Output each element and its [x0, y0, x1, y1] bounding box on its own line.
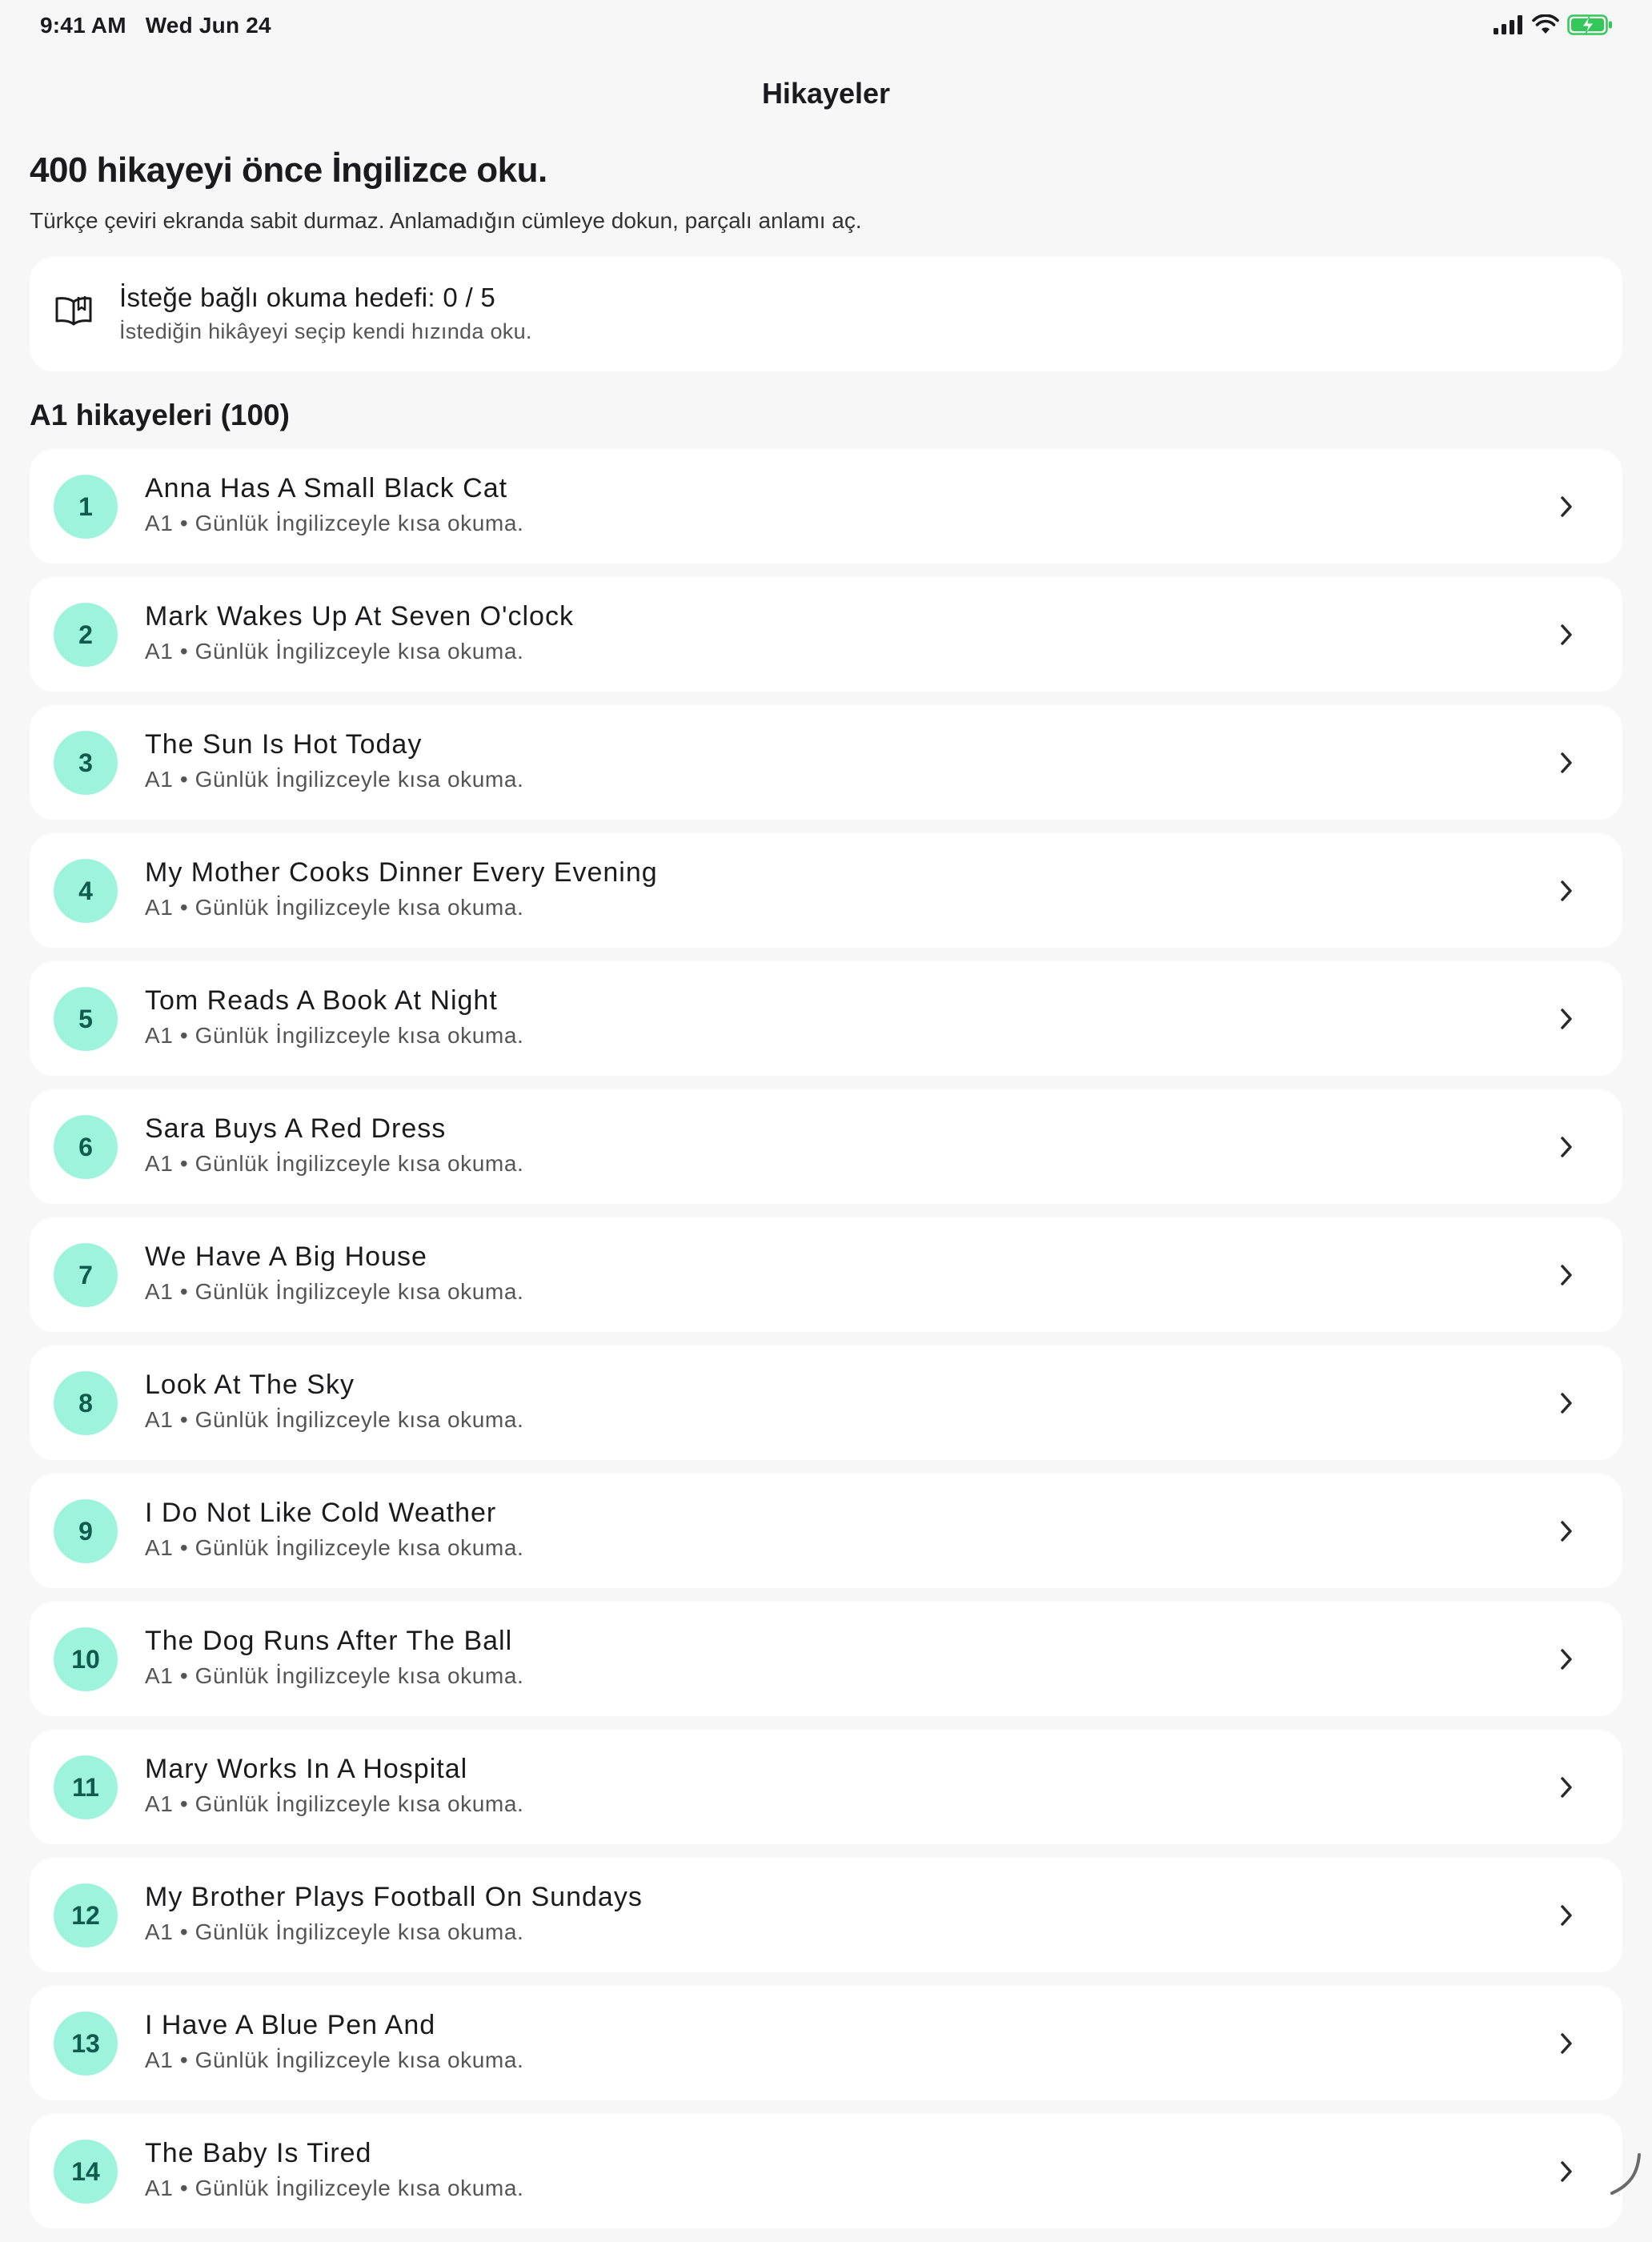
- chevron-right-icon: [1561, 624, 1572, 645]
- story-title: Tom Reads A Book At Night: [145, 985, 498, 1016]
- story-subtitle: A1 • Günlük İngilizceyle kısa okuma.: [145, 2176, 524, 2200]
- story-number-badge: 12: [54, 1883, 118, 1947]
- page-heading: 400 hikayeyi önce İngilizce oku.: [30, 150, 547, 190]
- story-title: Look At The Sky: [145, 1370, 355, 1400]
- story-title: The Baby Is Tired: [145, 2138, 372, 2168]
- story-row[interactable]: 8 Look At The Sky A1 • Günlük İngilizcey…: [30, 1346, 1622, 1460]
- story-row[interactable]: 12 My Brother Plays Football On Sundays …: [30, 1858, 1622, 1972]
- chevron-right-icon: [1561, 752, 1572, 773]
- story-title: My Mother Cooks Dinner Every Evening: [145, 857, 658, 888]
- story-number-badge: 7: [54, 1243, 118, 1307]
- story-subtitle: A1 • Günlük İngilizceyle kısa okuma.: [145, 1023, 524, 1048]
- story-row[interactable]: 1 Anna Has A Small Black Cat A1 • Günlük…: [30, 449, 1622, 564]
- story-title: Anna Has A Small Black Cat: [145, 473, 508, 503]
- story-subtitle: A1 • Günlük İngilizceyle kısa okuma.: [145, 511, 524, 535]
- reading-goal-title: İsteğe bağlı okuma hedefi: 0 / 5: [119, 283, 496, 312]
- section-heading: A1 hikayeleri (100): [30, 399, 290, 431]
- story-number-badge: 8: [54, 1371, 118, 1435]
- reading-goal-card: İsteğe bağlı okuma hedefi: 0 / 5 İstediğ…: [30, 257, 1622, 371]
- chevron-right-icon: [1561, 1265, 1572, 1285]
- story-subtitle: A1 • Günlük İngilizceyle kısa okuma.: [145, 1791, 524, 1816]
- story-subtitle: A1 • Günlük İngilizceyle kısa okuma.: [145, 895, 524, 920]
- story-row[interactable]: 9 I Do Not Like Cold Weather A1 • Günlük…: [30, 1474, 1622, 1588]
- chevron-right-icon: [1561, 1649, 1572, 1670]
- story-title: We Have A Big House: [145, 1241, 427, 1272]
- story-subtitle: A1 • Günlük İngilizceyle kısa okuma.: [145, 1279, 524, 1304]
- book-icon: [55, 296, 92, 326]
- battery-charging-icon: [1567, 14, 1612, 35]
- chevron-right-icon: [1561, 496, 1572, 517]
- chevron-right-icon: [1561, 1521, 1572, 1542]
- story-subtitle: A1 • Günlük İngilizceyle kısa okuma.: [145, 1407, 524, 1432]
- story-title: My Brother Plays Football On Sundays: [145, 1882, 643, 1912]
- chevron-right-icon: [1561, 1009, 1572, 1029]
- story-title: I Do Not Like Cold Weather: [145, 1498, 497, 1528]
- chevron-right-icon: [1561, 2033, 1572, 2054]
- nav-title: Hikayeler: [761, 77, 891, 110]
- story-title: The Dog Runs After The Ball: [145, 1626, 513, 1656]
- wifi-icon: [1532, 14, 1559, 34]
- chevron-right-icon: [1561, 1777, 1572, 1798]
- status-icons: [1494, 13, 1614, 37]
- story-list: 1 Anna Has A Small Black Cat A1 • Günlük…: [30, 449, 1622, 2242]
- story-number-badge: 3: [54, 731, 118, 795]
- chevron-right-icon: [1561, 1137, 1572, 1157]
- story-number-badge: 10: [54, 1627, 118, 1691]
- story-number-badge: 4: [54, 859, 118, 923]
- status-time: 9:41 AM: [40, 13, 126, 38]
- story-number-badge: 14: [54, 2140, 118, 2204]
- corner-handle-icon[interactable]: [1607, 2150, 1646, 2198]
- chevron-right-icon: [1561, 2161, 1572, 2182]
- story-row[interactable]: 3 The Sun Is Hot Today A1 • Günlük İngil…: [30, 705, 1622, 820]
- story-subtitle: A1 • Günlük İngilizceyle kısa okuma.: [145, 1663, 524, 1688]
- story-row[interactable]: 10 The Dog Runs After The Ball A1 • Günl…: [30, 1602, 1622, 1716]
- reading-goal-subtitle: İstediğin hikâyeyi seçip kendi hızında o…: [119, 319, 532, 343]
- story-subtitle: A1 • Günlük İngilizceyle kısa okuma.: [145, 1919, 524, 1944]
- story-subtitle: A1 • Günlük İngilizceyle kısa okuma.: [145, 2047, 524, 2072]
- story-number-badge: 1: [54, 475, 118, 539]
- story-number-badge: 11: [54, 1755, 118, 1819]
- cellular-signal-icon: [1494, 15, 1522, 34]
- story-number-badge: 9: [54, 1499, 118, 1563]
- chevron-right-icon: [1561, 1393, 1572, 1414]
- story-title: Sara Buys A Red Dress: [145, 1113, 447, 1144]
- story-row[interactable]: 6 Sara Buys A Red Dress A1 • Günlük İngi…: [30, 1089, 1622, 1204]
- story-number-badge: 13: [54, 2011, 118, 2076]
- status-time-date: 9:41 AM Wed Jun 24: [40, 13, 271, 38]
- chevron-right-icon: [1561, 1905, 1572, 1926]
- story-subtitle: A1 • Günlük İngilizceyle kısa okuma.: [145, 767, 524, 792]
- story-subtitle: A1 • Günlük İngilizceyle kısa okuma.: [145, 1535, 524, 1560]
- story-row[interactable]: 13 I Have A Blue Pen And A1 • Günlük İng…: [30, 1986, 1622, 2100]
- story-row[interactable]: 2 Mark Wakes Up At Seven O'clock A1 • Gü…: [30, 577, 1622, 692]
- story-number-badge: 6: [54, 1115, 118, 1179]
- story-title: The Sun Is Hot Today: [145, 729, 423, 760]
- status-date: Wed Jun 24: [145, 13, 271, 38]
- story-number-badge: 2: [54, 603, 118, 667]
- page-subtitle: Türkçe çeviri ekranda sabit durmaz. Anla…: [30, 208, 862, 233]
- story-number-badge: 5: [54, 987, 118, 1051]
- story-row[interactable]: 14 The Baby Is Tired A1 • Günlük İngiliz…: [30, 2114, 1622, 2228]
- story-row[interactable]: 4 My Mother Cooks Dinner Every Evening A…: [30, 833, 1622, 948]
- story-title: Mark Wakes Up At Seven O'clock: [145, 601, 574, 632]
- story-subtitle: A1 • Günlük İngilizceyle kısa okuma.: [145, 639, 524, 664]
- chevron-right-icon: [1561, 880, 1572, 901]
- story-row[interactable]: 11 Mary Works In A Hospital A1 • Günlük …: [30, 1730, 1622, 1844]
- story-title: Mary Works In A Hospital: [145, 1754, 468, 1784]
- story-title: I Have A Blue Pen And: [145, 2010, 436, 2040]
- story-subtitle: A1 • Günlük İngilizceyle kısa okuma.: [145, 1151, 524, 1176]
- story-row[interactable]: 5 Tom Reads A Book At Night A1 • Günlük …: [30, 961, 1622, 1076]
- story-row[interactable]: 7 We Have A Big House A1 • Günlük İngili…: [30, 1217, 1622, 1332]
- status-bar: 9:41 AM Wed Jun 24: [0, 0, 1652, 50]
